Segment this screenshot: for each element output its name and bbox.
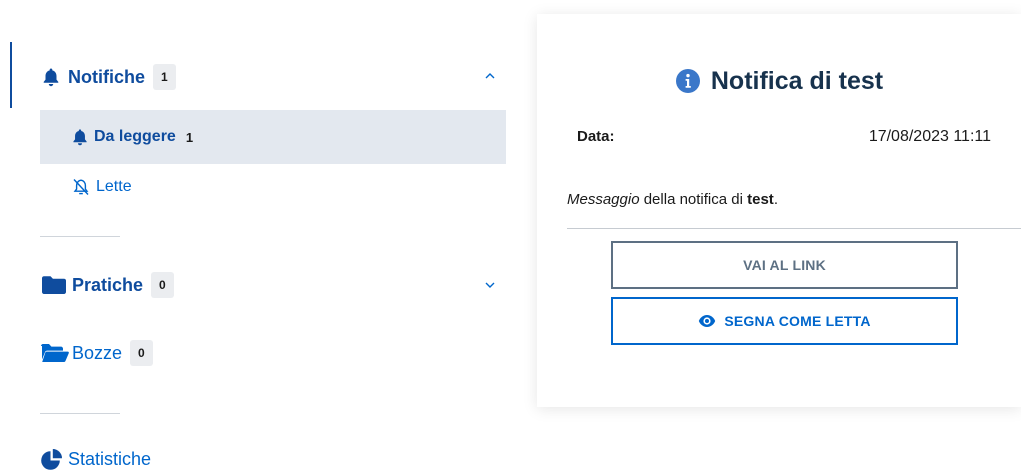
sidebar-item-da-leggere[interactable]: Da leggere 1 (70, 124, 193, 150)
sidebar-item-lette[interactable]: Lette (70, 174, 132, 200)
button-label: VAI AL LINK (743, 257, 826, 273)
sidebar-item-notifiche[interactable]: Notifiche 1 (40, 62, 176, 92)
message-part: della notifica di (639, 191, 748, 208)
notification-card: Notifica di test Data: 17/08/2023 11:11 … (537, 14, 1021, 407)
message-part: test (747, 191, 774, 208)
sidebar-item-label: Da leggere (94, 128, 176, 145)
eye-icon (698, 314, 716, 328)
message-part: . (773, 191, 778, 208)
folder-icon (40, 274, 68, 296)
folder-open-icon (40, 342, 70, 364)
card-title: Notifica di test (537, 64, 1021, 98)
sidebar-item-label: Notifiche (68, 66, 146, 87)
date-value: 17/08/2023 11:11 (868, 128, 991, 145)
active-section-indicator (10, 42, 12, 108)
notification-title: Notifica di test (710, 66, 884, 95)
page: Notifiche 1 Da leggere 1 Lette Pratiche … (0, 0, 1021, 470)
sidebar-item-label: Bozze (72, 342, 123, 363)
notifiche-count-badge: 1 (153, 64, 176, 90)
sidebar-nav: Notifiche 1 Da leggere 1 Lette Pratiche … (0, 0, 520, 470)
sidebar-item-statistiche[interactable]: Statistiche (40, 446, 151, 470)
sidebar-divider (40, 413, 120, 414)
chevron-down-icon[interactable] (480, 275, 500, 295)
bell-slash-icon (70, 176, 92, 198)
card-divider (567, 228, 1021, 229)
info-circle-icon (675, 68, 701, 94)
sidebar-item-bozze[interactable]: Bozze 0 (40, 338, 153, 368)
sidebar-item-label: Pratiche (72, 274, 144, 295)
date-label: Data: (577, 128, 615, 145)
message-part: Messaggio (567, 191, 640, 208)
bell-icon (70, 127, 90, 147)
bozze-count-badge: 0 (130, 340, 153, 366)
sidebar-item-pratiche[interactable]: Pratiche 0 (40, 270, 174, 300)
go-to-link-button[interactable]: VAI AL LINK (611, 241, 958, 289)
button-label: SEGNA COME LETTA (724, 313, 871, 329)
sidebar-item-label: Statistiche (68, 448, 152, 469)
chart-pie-icon (40, 448, 64, 470)
pratiche-count-badge: 0 (151, 272, 174, 298)
da-leggere-count: 1 (185, 129, 194, 145)
bell-icon (40, 66, 62, 88)
sidebar-item-label: Lette (96, 178, 132, 195)
chevron-up-icon[interactable] (480, 66, 500, 86)
sidebar-divider (40, 236, 120, 237)
notification-message: Messaggio della notifica di test. (567, 191, 778, 208)
mark-as-read-button[interactable]: SEGNA COME LETTA (611, 297, 958, 345)
